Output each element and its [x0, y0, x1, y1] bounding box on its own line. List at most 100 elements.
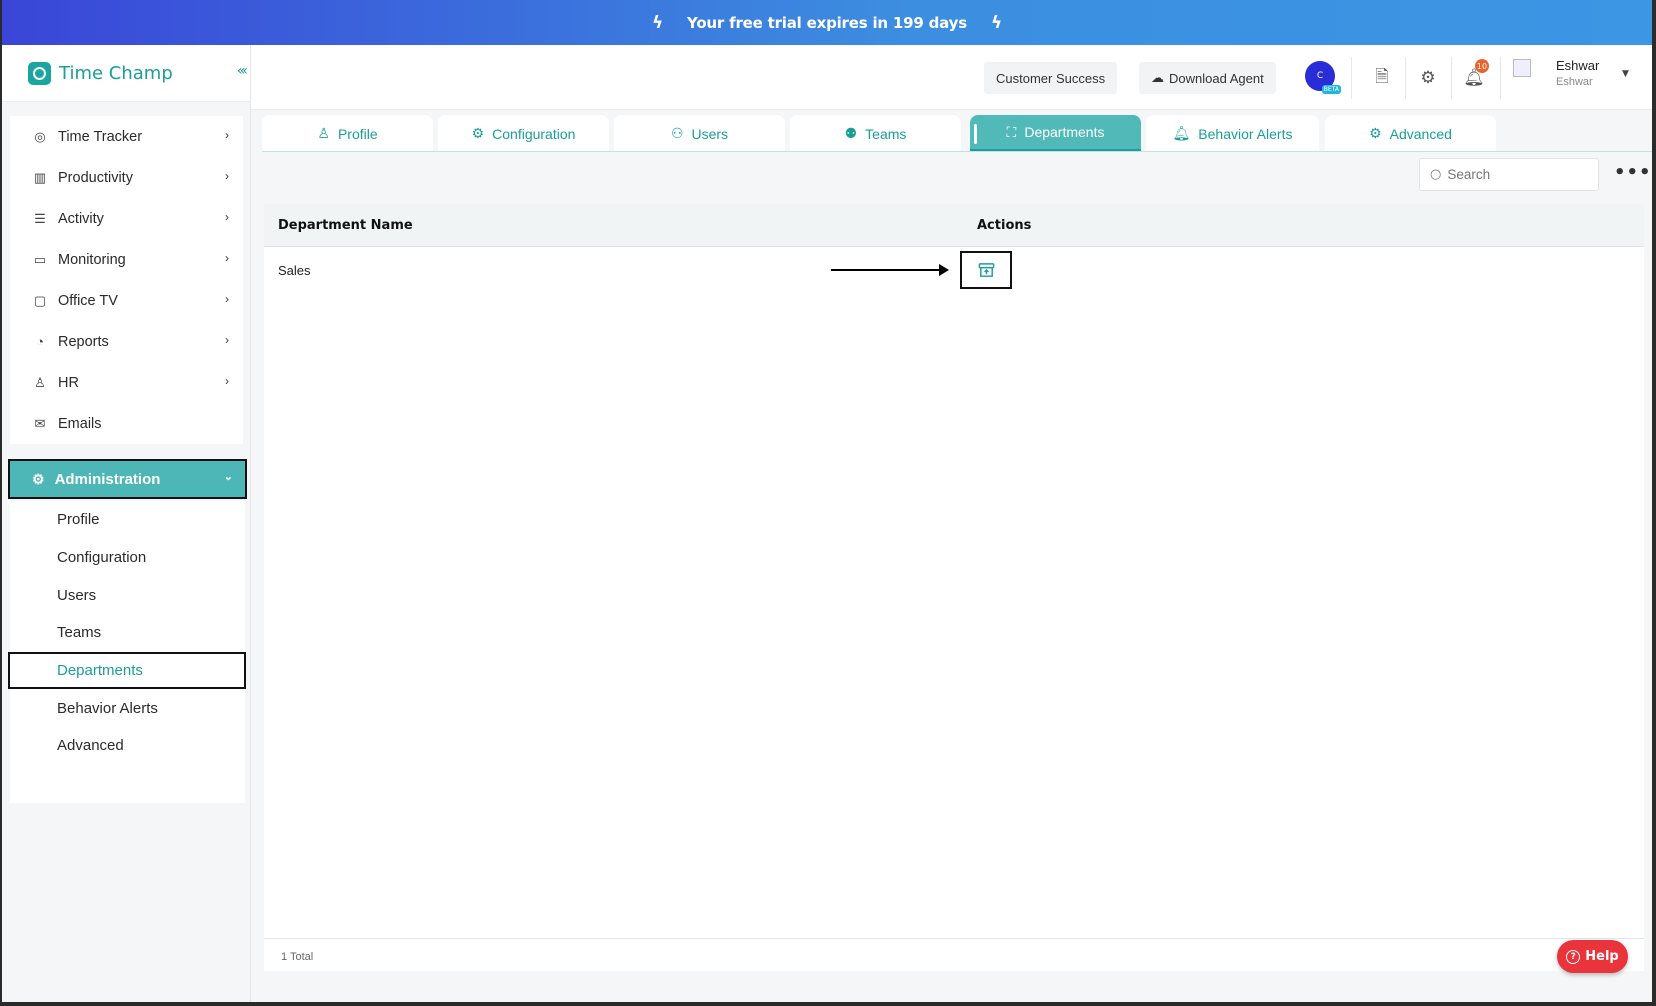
more-options-icon[interactable]: ••• — [1614, 162, 1652, 183]
departments-table: Department Name Actions Sales 1 Total — [264, 204, 1644, 971]
question-icon: ? — [1566, 949, 1581, 964]
bell-icon: 🔔︎ — [1172, 125, 1191, 141]
mail-icon: ✉ — [34, 415, 46, 431]
sidebar-item-time-tracker[interactable]: ◎ Time Tracker › — [10, 116, 243, 157]
collapse-sidebar-icon[interactable]: «‹ — [237, 63, 248, 79]
tv-icon: ▢ — [33, 292, 47, 308]
sidebar-item-office-tv[interactable]: ▢ Office TV › — [10, 280, 243, 321]
tab-label: Behavior Alerts — [1198, 125, 1293, 142]
sidebar-item-label: Productivity — [58, 169, 133, 186]
caret-down-icon[interactable]: ▼ — [1622, 69, 1629, 79]
sidebar-item-label: Activity — [58, 210, 104, 227]
sidebar-item-emails[interactable]: ✉ Emails — [10, 403, 243, 444]
chevron-right-icon: › — [225, 292, 229, 306]
document-icon[interactable]: 🗎 — [1367, 63, 1397, 93]
administration-subnav: Profile Configuration Users Teams Depart… — [8, 501, 246, 803]
sidebar: Time Champ «‹ ◎ Time Tracker › ▥ Product… — [2, 45, 251, 1002]
chevron-right-icon: › — [225, 374, 229, 388]
monitor-icon: ▭ — [33, 251, 47, 267]
top-header: Customer Success ☁ Download Agent C BETA … — [251, 45, 1652, 110]
clock-logo-icon — [28, 61, 51, 85]
chat-assistant-icon[interactable]: C BETA — [1305, 61, 1341, 94]
table-row: Sales — [264, 247, 1644, 293]
subnav-item-departments[interactable]: Departments — [8, 651, 246, 690]
archive-icon — [978, 262, 994, 277]
subnav-item-profile[interactable]: Profile — [10, 501, 245, 539]
tab-label: Users — [691, 125, 729, 142]
gear-icon: ⚙ — [32, 470, 45, 487]
chevron-right-icon: › — [225, 128, 229, 142]
chevron-right-icon: › — [225, 333, 229, 347]
sidebar-item-label: HR — [58, 374, 79, 391]
tab-advanced[interactable]: ⚙ Advanced — [1325, 115, 1496, 152]
help-button[interactable]: ? Help — [1557, 940, 1628, 973]
sidebar-item-label: Monitoring — [58, 251, 126, 268]
customer-success-button[interactable]: Customer Success — [984, 62, 1118, 94]
chevron-right-icon: › — [225, 210, 229, 224]
cloud-download-icon: ☁ — [1151, 70, 1164, 85]
subnav-item-configuration[interactable]: Configuration — [10, 539, 245, 577]
tab-behavior-alerts[interactable]: 🔔︎ Behavior Alerts — [1146, 115, 1319, 152]
tab-teams[interactable]: ⚉ Teams — [790, 115, 961, 152]
tab-users[interactable]: ⚇ Users — [614, 115, 785, 152]
notification-bell-icon[interactable]: 🔔︎ 10 — [1459, 59, 1489, 93]
tab-label: Departments — [1024, 124, 1105, 140]
sidebar-item-administration[interactable]: ⚙ Administration ⌄ — [8, 459, 247, 499]
brand-name: Time Champ — [59, 62, 173, 84]
tab-configuration[interactable]: ⚙ Configuration — [438, 115, 609, 152]
tab-departments[interactable]: ⛶ Departments — [970, 115, 1141, 152]
gears-icon: ⚙ — [471, 125, 485, 141]
lightning-icon: ϟ — [652, 12, 664, 33]
download-agent-button[interactable]: ☁ Download Agent — [1139, 62, 1276, 94]
sidebar-item-label: Emails — [58, 415, 102, 432]
main-nav: ◎ Time Tracker › ▥ Productivity › ☰ Acti… — [10, 116, 243, 444]
sidebar-item-activity[interactable]: ☰ Activity › — [10, 198, 243, 239]
sidebar-item-label: Reports — [58, 333, 109, 350]
search-box[interactable]: ○ — [1419, 158, 1599, 191]
download-agent-label: Download Agent — [1169, 70, 1264, 86]
tab-label: Teams — [865, 125, 907, 142]
pie-chart-icon: ◔ — [36, 334, 44, 349]
column-header-actions: Actions — [977, 218, 1032, 233]
column-header-department-name[interactable]: Department Name — [278, 218, 413, 233]
sidebar-item-reports[interactable]: ◔ Reports › — [10, 321, 243, 362]
sidebar-item-monitoring[interactable]: ▭ Monitoring › — [10, 239, 243, 280]
person-icon: ♙ — [34, 374, 46, 390]
chevron-down-icon: ⌄ — [223, 471, 233, 483]
sidebar-item-label: Administration — [54, 470, 161, 488]
brand[interactable]: Time Champ «‹ — [2, 45, 250, 102]
tab-profile[interactable]: ♙ Profile — [262, 115, 433, 152]
department-name-cell: Sales — [278, 263, 311, 278]
gear-icon: ⚙ — [1369, 125, 1382, 141]
tab-label: Configuration — [492, 125, 576, 142]
annotation-arrow — [831, 264, 949, 276]
timer-icon: ◎ — [34, 128, 46, 144]
sidebar-item-label: Office TV — [58, 292, 118, 309]
subnav-item-users[interactable]: Users — [10, 576, 245, 614]
subnav-item-teams[interactable]: Teams — [10, 614, 245, 652]
activity-icon: ☰ — [34, 210, 46, 226]
subnav-item-behavior-alerts[interactable]: Behavior Alerts — [10, 689, 245, 727]
divider — [1405, 57, 1406, 99]
bar-chart-icon: ▥ — [33, 169, 47, 185]
person-icon: ♙ — [317, 125, 330, 141]
search-input[interactable] — [1447, 167, 1588, 182]
search-icon: ○ — [1430, 167, 1442, 182]
divider — [1351, 57, 1352, 99]
help-label: Help — [1585, 949, 1619, 964]
table-footer-total: 1 Total — [264, 938, 1644, 971]
divider — [1451, 57, 1452, 99]
settings-gear-icon[interactable]: ⚙ — [1413, 63, 1443, 93]
subnav-item-advanced[interactable]: Advanced — [10, 727, 245, 765]
avatar[interactable] — [1513, 59, 1531, 77]
user-subtitle: Eshwar — [1556, 76, 1593, 88]
chevron-right-icon: › — [225, 169, 229, 183]
admin-tabs: ♙ Profile ⚙ Configuration ⚇ Users ⚉ Team… — [262, 115, 1652, 152]
sidebar-item-productivity[interactable]: ▥ Productivity › — [10, 157, 243, 198]
team-icon: ⚉ — [844, 125, 858, 141]
sidebar-item-hr[interactable]: ♙ HR › — [10, 362, 243, 403]
user-name[interactable]: Eshwar — [1556, 58, 1599, 73]
archive-department-button[interactable] — [960, 251, 1012, 289]
notification-badge: 10 — [1475, 59, 1489, 73]
users-icon: ⚇ — [670, 125, 684, 141]
